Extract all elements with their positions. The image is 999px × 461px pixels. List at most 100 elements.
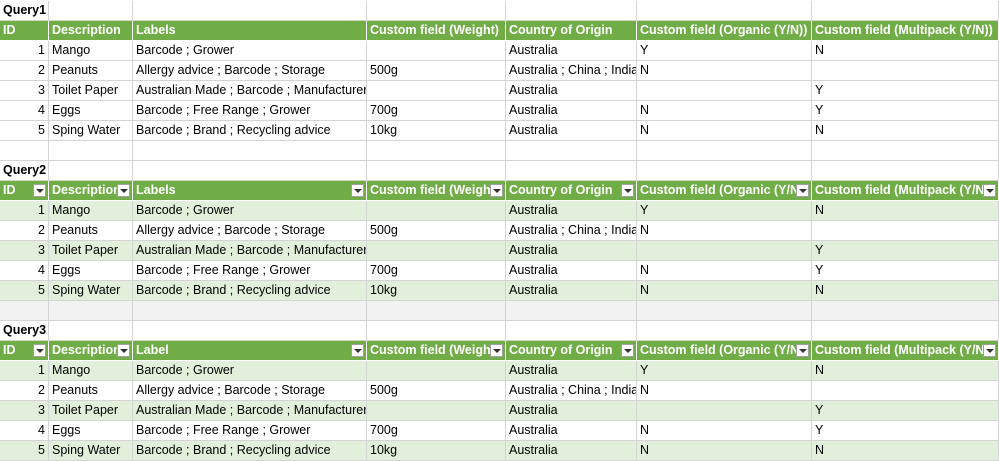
table-cell[interactable]: Australian Made ; Barcode ; Manufacturer [133,241,367,261]
table-cell[interactable] [367,81,506,101]
filter-dropdown-icon[interactable] [796,344,809,357]
table-cell[interactable]: Y [812,101,999,121]
filter-dropdown-icon[interactable] [351,344,364,357]
table-cell[interactable]: Australia [506,441,637,461]
empty-cell[interactable] [133,321,367,341]
table-cell[interactable]: 2 [0,61,49,81]
table-cell[interactable]: 4 [0,261,49,281]
table-cell[interactable]: 2 [0,381,49,401]
table-cell[interactable] [367,41,506,61]
table-cell[interactable]: Toilet Paper [49,401,133,421]
filter-dropdown-icon[interactable] [33,344,46,357]
table-cell[interactable]: N [637,261,812,281]
empty-cell[interactable] [133,301,367,321]
filter-dropdown-icon[interactable] [33,184,46,197]
empty-cell[interactable] [49,1,133,21]
empty-cell[interactable] [812,1,999,21]
filter-dropdown-icon[interactable] [796,184,809,197]
table-cell[interactable]: N [637,381,812,401]
table-cell[interactable]: Y [637,201,812,221]
empty-cell[interactable] [49,301,133,321]
empty-cell[interactable] [367,161,506,181]
table-cell[interactable]: Allergy advice ; Barcode ; Storage [133,61,367,81]
column-header[interactable]: Custom field (Multipack (Y/N)) [812,181,999,201]
empty-cell[interactable] [637,1,812,21]
column-header[interactable]: Country of Origin [506,21,637,41]
empty-cell[interactable] [0,141,49,161]
table-cell[interactable]: 700g [367,101,506,121]
table-cell[interactable]: Y [637,361,812,381]
table-cell[interactable] [637,81,812,101]
table-cell[interactable]: Australian Made ; Barcode ; Manufacturer [133,81,367,101]
empty-cell[interactable] [812,301,999,321]
table-cell[interactable]: Australia ; China ; India [506,381,637,401]
column-header[interactable]: ID [0,21,49,41]
table-cell[interactable]: 3 [0,81,49,101]
column-header[interactable]: Custom field (Weight) [367,341,506,361]
empty-cell[interactable] [506,321,637,341]
table-cell[interactable]: Australia [506,241,637,261]
table-cell[interactable] [812,61,999,81]
table-cell[interactable]: Australia ; China ; India [506,61,637,81]
column-header[interactable]: Custom field (Organic (Y/N)) [637,21,812,41]
table-cell[interactable]: Allergy advice ; Barcode ; Storage [133,221,367,241]
table-cell[interactable]: Barcode ; Brand ; Recycling advice [133,281,367,301]
table-cell[interactable]: Allergy advice ; Barcode ; Storage [133,381,367,401]
table-cell[interactable]: Y [812,421,999,441]
empty-cell[interactable] [812,321,999,341]
table-cell[interactable]: N [812,281,999,301]
column-header[interactable]: Description [49,341,133,361]
column-header[interactable]: ID [0,341,49,361]
column-header[interactable]: Description [49,181,133,201]
filter-dropdown-icon[interactable] [621,344,634,357]
column-header[interactable]: Custom field (Multipack (Y/N)) [812,341,999,361]
table-cell[interactable]: Mango [49,361,133,381]
column-header[interactable]: Custom field (Weight) [367,181,506,201]
table-cell[interactable]: 700g [367,421,506,441]
empty-cell[interactable] [49,321,133,341]
empty-cell[interactable] [133,1,367,21]
table-cell[interactable]: Australia [506,41,637,61]
empty-cell[interactable] [367,321,506,341]
table-cell[interactable]: Eggs [49,421,133,441]
column-header[interactable]: Label [133,341,367,361]
table-cell[interactable] [367,401,506,421]
table-cell[interactable]: Australia [506,121,637,141]
filter-dropdown-icon[interactable] [117,184,130,197]
table-cell[interactable]: Y [812,81,999,101]
empty-cell[interactable] [49,141,133,161]
empty-cell[interactable] [367,301,506,321]
table-cell[interactable]: Mango [49,41,133,61]
table-cell[interactable]: Toilet Paper [49,241,133,261]
table-cell[interactable]: N [812,361,999,381]
empty-cell[interactable] [637,141,812,161]
table-cell[interactable]: Sping Water [49,281,133,301]
empty-cell[interactable] [506,161,637,181]
table-cell[interactable]: N [637,441,812,461]
empty-cell[interactable] [0,301,49,321]
table-cell[interactable]: Barcode ; Grower [133,41,367,61]
empty-cell[interactable] [506,301,637,321]
column-header[interactable]: ID [0,181,49,201]
column-header[interactable]: Custom field (Multipack (Y/N)) [812,21,999,41]
table-cell[interactable]: 500g [367,221,506,241]
filter-dropdown-icon[interactable] [490,184,503,197]
table-cell[interactable]: 500g [367,61,506,81]
table-cell[interactable]: Sping Water [49,441,133,461]
empty-cell[interactable] [637,321,812,341]
table-cell[interactable]: Australia ; China ; India [506,221,637,241]
filter-dropdown-icon[interactable] [490,344,503,357]
table-cell[interactable]: Australia [506,281,637,301]
empty-cell[interactable] [812,141,999,161]
table-cell[interactable]: N [637,421,812,441]
table-cell[interactable]: N [637,121,812,141]
empty-cell[interactable] [637,301,812,321]
column-header[interactable]: Labels [133,181,367,201]
empty-cell[interactable] [637,161,812,181]
filter-dropdown-icon[interactable] [351,184,364,197]
table-cell[interactable]: 700g [367,261,506,281]
table-cell[interactable]: Y [812,261,999,281]
query-title[interactable]: Query2 [0,161,49,181]
empty-cell[interactable] [367,141,506,161]
table-cell[interactable]: N [637,221,812,241]
